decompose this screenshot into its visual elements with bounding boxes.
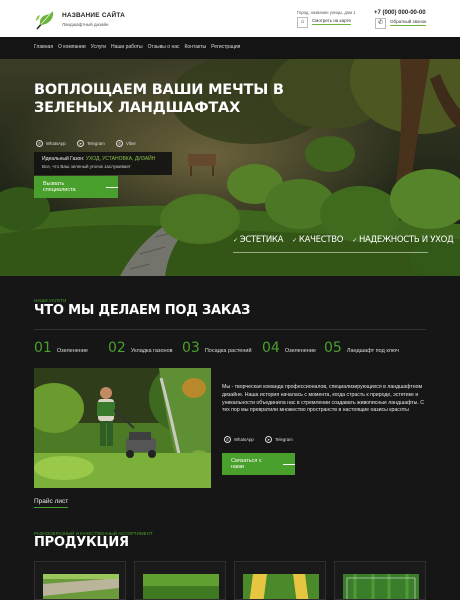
address-text: Город, название улицы, дом 1 [297,10,356,15]
nav-item-contacts[interactable]: Контакты [185,44,207,50]
feature-quality: ✓ КАЧЕСТВО [292,235,343,245]
ideal-lawn-highlight: УХОД, УСТАНОВКА, ДИЗАЙН [85,156,156,162]
service-number: 04 [262,340,280,356]
products-title: ПРОДУКЦИЯ [34,535,129,550]
nav-item-works[interactable]: Наши работы [111,44,143,50]
service-label: Укладка газонов [130,348,173,354]
hero-socials: ✆ WhatsApp [36,140,66,147]
service-label: Ландшафт под ключ [346,348,399,354]
about-text: Мы - творческая команда профессионалов, … [222,384,425,414]
phone-number[interactable]: +7 (000) 000-00-00 [374,10,426,16]
service-item-2[interactable]: 02 Укладка газонов [108,340,173,356]
social-whatsapp[interactable]: WhatsApp [46,141,66,146]
arrow-dash-icon [283,463,295,465]
service-label: Озеленение [284,348,316,354]
hero-socials-3: ✆ Viber [116,140,136,147]
phone-icon: ✆ [375,18,386,29]
contact-us-button[interactable]: Связаться с нами [222,453,295,475]
price-list-link[interactable]: Прайс лист [34,498,69,508]
service-number: 01 [34,340,52,356]
service-number: 03 [182,340,200,356]
nav-item-about[interactable]: О компании [58,44,86,50]
services-title: ЧТО МЫ ДЕЛАЕМ ПОД ЗАКАЗ [34,303,251,318]
service-number: 05 [324,340,342,356]
nav-item-services[interactable]: Услуги [91,44,106,50]
hero-section: ВОПЛОЩАЕМ ВАШИ МЕЧТЫ В ЗЕЛЕНЫХ ЛАНДШАФТА… [0,59,460,276]
service-item-4[interactable]: 04 Озеленение [262,340,316,356]
product-card[interactable] [334,561,426,600]
call-specialist-button[interactable]: Вызвать специалиста [34,176,118,198]
map-pin-icon: ⌂ [297,17,308,28]
product-card[interactable] [134,561,226,600]
check-icon: ✓ [352,237,357,244]
service-item-1[interactable]: 01 Озеленение [34,340,88,356]
service-label: Озеленение [56,348,88,354]
product-image [143,574,219,599]
product-image [343,574,419,599]
call-specialist-label: Вызвать специалиста [43,181,76,193]
check-icon: ✓ [292,237,297,244]
check-icon: ✓ [233,237,238,244]
hero-features: ✓ ЭСТЕТИКА ✓ КАЧЕСТВО ✓ НАДЕЖНОСТЬ И УХОД [233,235,454,245]
service-label: Посадка растений [204,348,252,354]
social-viber[interactable]: Viber [126,141,136,146]
feature-aesthetics: ✓ ЭСТЕТИКА [233,235,283,245]
services-divider [34,329,426,330]
social-whatsapp[interactable]: WhatsApp [234,437,254,442]
product-image [43,574,119,599]
arrow-dash-icon [106,186,118,188]
about-socials: ✆ WhatsApp [224,436,254,443]
hero-socials-2: ➤ Telegram [77,140,105,147]
product-card[interactable] [34,561,126,600]
whatsapp-icon[interactable]: ✆ [224,436,231,443]
product-card[interactable] [234,561,326,600]
main-nav: Главная О компании Услуги Наши работы От… [0,37,460,59]
nav-item-home[interactable]: Главная [34,44,53,50]
feature-quality-label: КАЧЕСТВО [298,235,344,245]
hero-title: ВОПЛОЩАЕМ ВАШИ МЕЧТЫ В ЗЕЛЕНЫХ ЛАНДШАФТА… [34,82,284,116]
feature-aesthetics-label: ЭСТЕТИКА [239,235,284,245]
gardener-image [34,368,211,488]
whatsapp-icon[interactable]: ✆ [36,140,43,147]
ideal-lawn-subtitle: Все, что Ваш зеленый уголок заслуживает [42,164,131,169]
features-divider [233,252,428,253]
site-tagline: Ландшафтный дизайн [62,22,109,27]
contact-us-label: Связаться с нами [231,458,262,470]
service-item-5[interactable]: 05 Ландшафт под ключ [324,340,399,356]
ideal-lawn-prefix: Идеальный Газон: [42,156,85,162]
social-telegram[interactable]: Telegram [275,437,293,442]
map-link[interactable]: Смотреть на карте [312,18,352,25]
site-name[interactable]: НАЗВАНИЕ САЙТА [62,12,125,19]
nav-item-register[interactable]: Регистрация [211,44,240,50]
callback-link[interactable]: Обратный звонок [390,19,427,26]
feature-reliability-label: НАДЕЖНОСТЬ И УХОД [358,235,454,245]
nav-item-reviews[interactable]: Отзывы о нас [148,44,180,50]
service-number: 02 [108,340,126,356]
leaf-logo-icon[interactable] [34,9,56,31]
about-socials-2: ➤ Telegram [265,436,293,443]
ideal-lawn-heading: Идеальный Газон: УХОД, УСТАНОВКА, ДИЗАЙН [42,156,164,162]
ideal-lawn-box: Идеальный Газон: УХОД, УСТАНОВКА, ДИЗАЙН… [34,152,172,175]
telegram-icon[interactable]: ➤ [265,436,272,443]
product-image [243,574,319,599]
feature-reliability: ✓ НАДЕЖНОСТЬ И УХОД [352,235,453,245]
social-telegram[interactable]: Telegram [87,141,105,146]
service-item-3[interactable]: 03 Посадка растений [182,340,252,356]
viber-icon[interactable]: ✆ [116,140,123,147]
telegram-icon[interactable]: ➤ [77,140,84,147]
site-header: НАЗВАНИЕ САЙТА Ландшафтный дизайн Город,… [0,0,460,37]
